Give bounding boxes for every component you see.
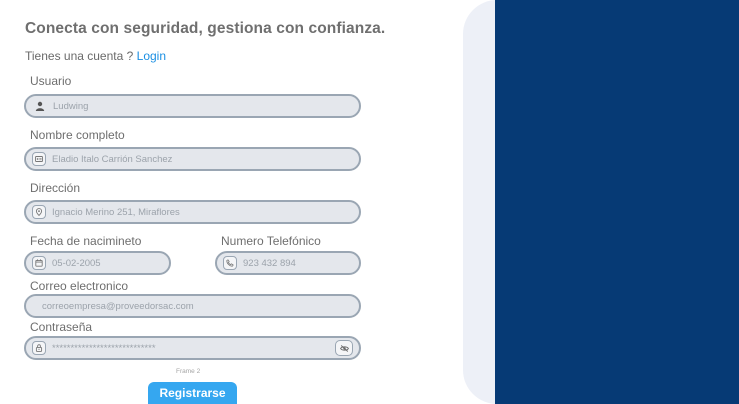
calendar-icon	[32, 256, 46, 270]
telefono-label: Numero Telefónico	[221, 234, 321, 248]
usuario-value: Ludwing	[53, 100, 89, 112]
register-button[interactable]: Registrarse	[148, 382, 237, 404]
frame-label: Frame 2	[176, 368, 201, 375]
fecha-input[interactable]: 05-02-2005	[24, 251, 171, 275]
eye-icon[interactable]	[335, 340, 353, 356]
location-icon	[32, 205, 46, 219]
contrasena-input[interactable]: ****************************	[24, 336, 361, 360]
login-prompt: Tienes una cuenta ? Login	[25, 49, 166, 63]
telefono-value: 923 432 894	[243, 257, 296, 269]
side-panel-dark	[495, 0, 739, 404]
phone-icon	[223, 256, 237, 270]
contrasena-value: ****************************	[52, 342, 156, 354]
account-prompt-text: Tienes una cuenta ?	[25, 49, 134, 63]
page-title: Conecta con seguridad, gestiona con conf…	[25, 20, 386, 37]
nombre-value: Eladio Italo Carrión Sanchez	[52, 153, 173, 165]
nombre-label: Nombre completo	[30, 128, 125, 142]
correo-input[interactable]: correoempresa@proveedorsac.com	[24, 294, 361, 318]
contrasena-label: Contraseña	[30, 320, 93, 334]
nombre-input[interactable]: Eladio Italo Carrión Sanchez	[24, 147, 361, 171]
login-link[interactable]: Login	[137, 49, 166, 63]
id-card-icon	[32, 152, 46, 166]
lock-icon	[32, 341, 46, 355]
correo-label: Correo electronico	[30, 279, 129, 293]
correo-value: correoempresa@proveedorsac.com	[42, 300, 194, 312]
direccion-label: Dirección	[30, 181, 81, 195]
usuario-input[interactable]: Ludwing	[24, 94, 361, 118]
fecha-label: Fecha de nacimineto	[30, 234, 142, 248]
telefono-input[interactable]: 923 432 894	[215, 251, 361, 275]
fecha-value: 05-02-2005	[52, 257, 101, 269]
direccion-value: Ignacio Merino 251, Miraflores	[52, 206, 180, 218]
user-icon	[34, 100, 46, 112]
direccion-input[interactable]: Ignacio Merino 251, Miraflores	[24, 200, 361, 224]
usuario-label: Usuario	[30, 74, 72, 88]
